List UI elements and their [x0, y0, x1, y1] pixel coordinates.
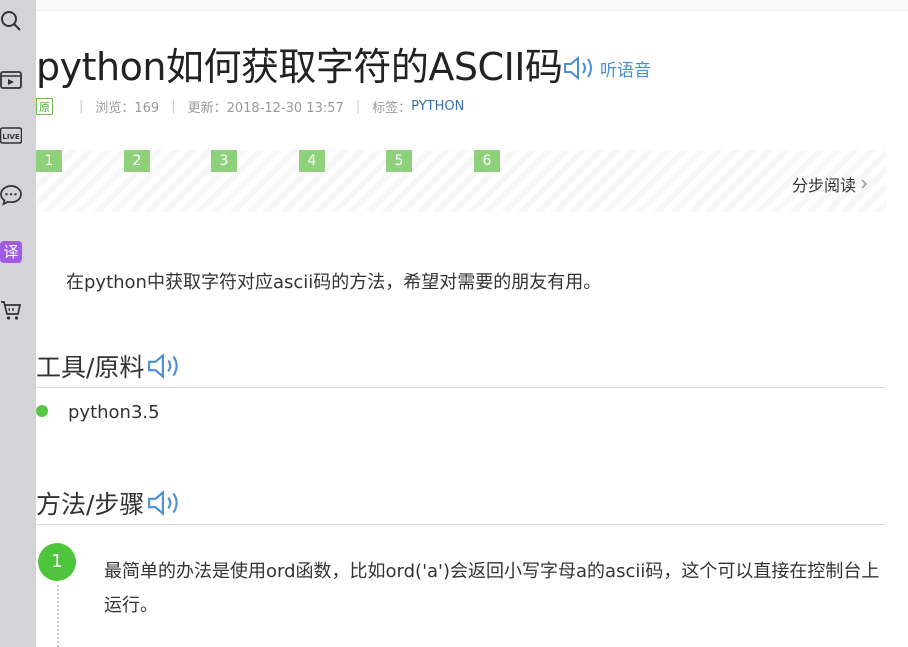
article-intro: 在python中获取字符对应ascii码的方法，希望对需要的朋友有用。 — [66, 272, 602, 293]
article-meta: 原 | 浏览：169 | 更新：2018-12-30 13:57 | 标签： P… — [36, 97, 464, 116]
step-nav-4[interactable]: 4 — [299, 150, 325, 172]
step-navigation: 1 2 3 4 5 6 分步阅读 — [36, 150, 886, 212]
tools-heading: 工具/原料 — [36, 348, 183, 384]
step-nav-3[interactable]: 3 — [211, 150, 237, 172]
meta-separator: | — [79, 99, 84, 114]
method-heading-text: 方法/步骤 — [36, 490, 145, 519]
tools-heading-text: 工具/原料 — [36, 353, 145, 382]
step-text: 最简单的办法是使用ord函数，比如ord('a')会返回小写字母a的ascii码… — [104, 561, 880, 616]
search-icon[interactable] — [0, 10, 22, 32]
section-divider — [36, 524, 886, 525]
step-connector — [57, 585, 59, 647]
video-icon[interactable] — [0, 69, 22, 91]
method-heading: 方法/步骤 — [36, 485, 183, 521]
step-read-label: 分步阅读 — [791, 176, 856, 195]
step-nav-1[interactable]: 1 — [36, 150, 62, 172]
listen-button[interactable]: 听语音 — [563, 55, 651, 81]
tool-item: python3.5 — [68, 402, 160, 423]
speaker-icon[interactable] — [147, 489, 183, 517]
original-badge: 原 — [36, 98, 53, 115]
cart-icon[interactable] — [0, 299, 22, 321]
step-nav-5[interactable]: 5 — [386, 150, 412, 172]
left-sidebar: LIVE 译 — [0, 0, 36, 647]
step-read-link[interactable]: 分步阅读 — [792, 172, 868, 196]
meta-separator: | — [171, 99, 176, 114]
bullet-icon — [36, 405, 48, 417]
listen-label: 听语音 — [600, 60, 651, 81]
update-time: 更新：2018-12-30 13:57 — [187, 101, 344, 116]
translate-icon[interactable]: 译 — [0, 241, 22, 263]
step-number-badge: 1 — [38, 543, 76, 581]
tag-link[interactable]: PYTHON — [411, 99, 464, 114]
speaker-icon — [564, 55, 592, 81]
step-nav-2[interactable]: 2 — [124, 150, 150, 172]
view-count: 浏览：169 — [95, 101, 160, 116]
page-title: python如何获取字符的ASCII码 — [36, 45, 563, 89]
chat-icon[interactable] — [0, 184, 22, 206]
translate-label: 译 — [0, 241, 22, 263]
chevron-right-icon — [861, 179, 868, 189]
step-nav-6[interactable]: 6 — [474, 150, 500, 172]
speaker-icon[interactable] — [147, 352, 183, 380]
svg-text:LIVE: LIVE — [2, 133, 19, 141]
meta-separator: | — [355, 99, 361, 114]
top-divider — [36, 0, 908, 11]
live-icon[interactable]: LIVE — [0, 125, 22, 147]
section-divider — [36, 387, 886, 388]
tag-label: 标签： — [372, 101, 412, 116]
